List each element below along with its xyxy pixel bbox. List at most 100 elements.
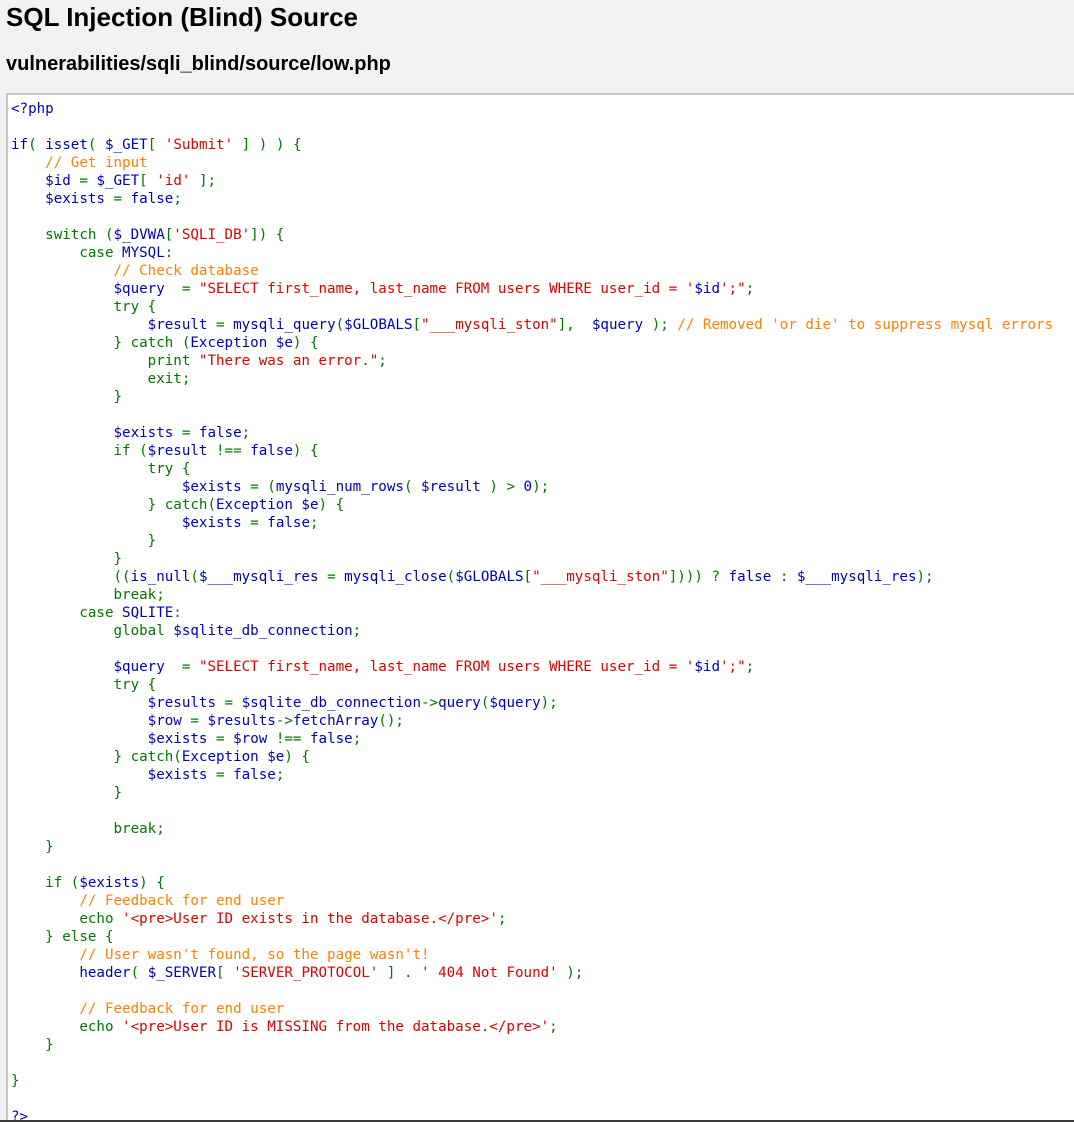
code-token-keyword: (( <box>11 569 131 585</box>
php-source-code[interactable]: <?php if( isset( $_GET[ 'Submit' ] ) ) {… <box>11 100 1053 1122</box>
code-token-keyword: ; <box>549 1019 558 1035</box>
code-token-keyword: = <box>181 425 199 441</box>
code-token-keyword <box>11 317 148 333</box>
code-token-keyword: ; <box>352 623 362 639</box>
code-token-default: Exception $e <box>190 335 293 351</box>
code-token-default: false <box>130 191 174 207</box>
code-line: // Get input <box>11 154 1053 172</box>
code-token-default: false <box>198 425 242 441</box>
code-token-comment: // Removed 'or die' to suppress mysql er… <box>677 317 1054 333</box>
source-code-panel[interactable]: <?php if( isset( $_GET[ 'Submit' ] ) ) {… <box>6 93 1074 1122</box>
code-line: } <box>11 532 1053 550</box>
code-line: } <box>11 388 1053 406</box>
code-token-string: "___mysqli_ston" <box>421 317 558 333</box>
code-token-string: ';" <box>719 281 746 297</box>
code-token-default: mysqli_query <box>233 317 336 333</box>
code-token-keyword: !== <box>216 443 251 459</box>
code-token-default: $exists <box>181 515 251 531</box>
code-line: } <box>11 838 1053 856</box>
code-token-keyword: echo <box>11 1019 123 1035</box>
code-token-keyword: ( <box>446 569 456 585</box>
code-token-default: $row <box>233 731 276 747</box>
code-token-keyword: ); <box>540 695 558 711</box>
code-token-keyword: [ <box>147 137 165 153</box>
code-token-keyword: [ <box>523 569 533 585</box>
code-token-keyword <box>11 695 148 711</box>
source-file-path: vulnerabilities/sqli_blind/source/low.ph… <box>6 53 391 75</box>
code-token-keyword: break; <box>11 587 165 603</box>
code-token-keyword: ] . <box>386 965 422 981</box>
code-line: $exists = false; <box>11 514 1053 532</box>
code-line: print "There was an error."; <box>11 352 1053 370</box>
code-token-default: $_DVWA <box>113 227 165 243</box>
code-token-keyword <box>11 173 45 189</box>
code-token-default: $id <box>694 659 720 675</box>
code-line: } <box>11 784 1053 802</box>
code-token-keyword <box>11 479 182 495</box>
code-token-keyword: ; <box>378 353 387 369</box>
code-line: // User wasn't found, so the page wasn't… <box>11 946 1053 964</box>
code-token-keyword <box>11 191 45 207</box>
code-line: try { <box>11 298 1053 316</box>
code-token-keyword: ; <box>173 191 182 207</box>
code-token-keyword: [ <box>216 965 234 981</box>
code-token-keyword: = <box>216 767 234 783</box>
code-token-string: "SELECT first_name, last_name FROM users… <box>198 281 695 297</box>
code-token-string: "SELECT first_name, last_name FROM users… <box>198 659 695 675</box>
code-token-keyword: echo <box>11 911 123 927</box>
code-line: $query = "SELECT first_name, last_name F… <box>11 658 1053 676</box>
code-token-keyword: } <box>11 785 123 801</box>
code-token-default: Exception $e <box>181 749 285 765</box>
code-token-default: mysqli_close <box>344 569 447 585</box>
code-token-keyword: ) { <box>139 875 165 891</box>
code-token-keyword: global <box>11 623 174 639</box>
code-token-keyword <box>11 713 148 729</box>
code-token-keyword: -> <box>275 713 293 729</box>
code-token-keyword: : <box>173 605 182 621</box>
code-token-keyword: ( <box>190 569 199 585</box>
code-line: echo '<pre>User ID is MISSING from the d… <box>11 1018 1053 1036</box>
code-token-keyword: switch ( <box>11 227 114 243</box>
code-line: $query = "SELECT first_name, last_name F… <box>11 280 1053 298</box>
code-token-default: $_GET <box>105 137 148 153</box>
code-token-keyword: = ( <box>250 479 276 495</box>
code-line: } catch(Exception $e) { <box>11 748 1053 766</box>
code-token-keyword: !== <box>275 731 310 747</box>
code-token-keyword: } else { <box>11 929 114 945</box>
code-token-default: if <box>11 137 29 153</box>
code-token-keyword: [ <box>139 173 157 189</box>
code-token-default: header <box>79 965 131 981</box>
code-line: break; <box>11 820 1053 838</box>
code-token-default: $query <box>113 281 182 297</box>
code-token-keyword: = <box>216 731 234 747</box>
code-token-default: fetchArray <box>292 713 379 729</box>
code-line: header( $_SERVER[ 'SERVER_PROTOCOL' ] . … <box>11 964 1053 982</box>
code-token-keyword: ) { <box>318 497 345 513</box>
code-token-default: $exists <box>147 731 217 747</box>
code-token-default: $exists <box>45 191 114 207</box>
code-line: // Check database <box>11 262 1053 280</box>
code-line: global $sqlite_db_connection; <box>11 622 1053 640</box>
code-token-keyword: ); <box>566 965 584 981</box>
code-line: $exists = false; <box>11 766 1053 784</box>
code-token-default: false <box>310 731 353 747</box>
code-token-keyword <box>11 425 114 441</box>
code-token-keyword: = <box>327 569 345 585</box>
code-token-keyword: ); <box>651 317 678 333</box>
code-line: ((is_null($___mysqli_res = mysqli_close(… <box>11 568 1053 586</box>
code-token-string: ' 404 Not Found' <box>421 965 567 981</box>
code-token-string: 'id' <box>156 173 191 189</box>
code-line: case MYSQL: <box>11 244 1053 262</box>
code-token-string: 'SERVER_PROTOCOL' <box>233 965 387 981</box>
code-token-keyword: ; <box>745 659 755 675</box>
code-token-keyword: } <box>11 533 157 549</box>
code-token-keyword: } <box>11 389 123 405</box>
code-token-default: $query <box>113 659 182 675</box>
code-token-keyword: ; <box>310 515 319 531</box>
code-token-default: $row <box>147 713 191 729</box>
